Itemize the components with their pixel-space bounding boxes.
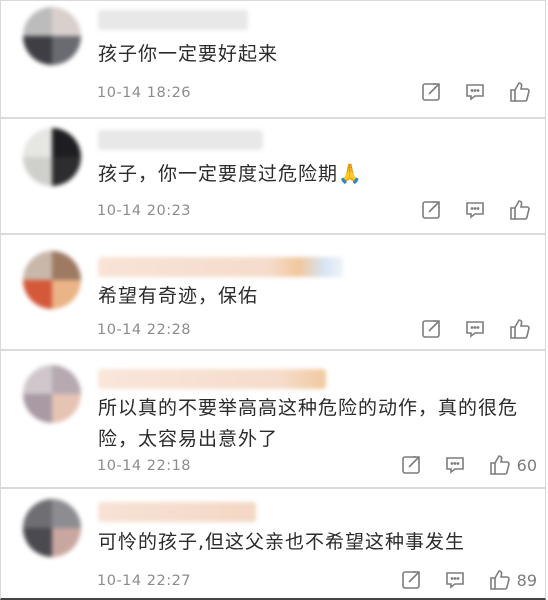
share-button[interactable] xyxy=(420,318,442,340)
thumbs-up-icon xyxy=(510,319,530,339)
like-button[interactable]: 60 xyxy=(488,454,537,476)
share-icon xyxy=(422,320,440,338)
like-count: 89 xyxy=(516,570,537,590)
comment-card: 希望有奇迹，保佑 10-14 22:28 xyxy=(0,234,546,350)
avatar[interactable] xyxy=(23,7,81,65)
like-button[interactable] xyxy=(508,81,537,103)
comment-text: 孩子，你一定要度过危险期🙏 xyxy=(98,163,363,185)
reply-button[interactable] xyxy=(464,318,486,340)
like-button[interactable] xyxy=(508,199,537,221)
comment-icon xyxy=(466,84,484,101)
thumbs-up-icon xyxy=(489,455,510,475)
comment-actions xyxy=(398,318,537,340)
comment-text: 所以真的不要举高高这种危险的动作，真的很危险，太容易出意外了 xyxy=(98,397,519,450)
comment-card: 孩子，你一定要度过危险期🙏 10-14 20:23 xyxy=(0,118,546,234)
username-blurred xyxy=(98,130,263,150)
comment-actions xyxy=(398,199,537,221)
reply-button[interactable] xyxy=(464,199,486,221)
comment-card: 可怜的孩子,但这父亲也不希望这种事发生 10-14 22:27 89 xyxy=(0,488,546,600)
comment-actions: 60 xyxy=(378,454,537,476)
comment-time: 10-14 20:23 xyxy=(97,203,192,219)
comment-actions: 89 xyxy=(378,569,537,591)
username-blurred xyxy=(98,257,343,277)
reply-button[interactable] xyxy=(444,454,466,476)
comment-text: 孩子你一定要好起来 xyxy=(98,43,279,65)
comment-card: 所以真的不要举高高这种危险的动作，真的很危险，太容易出意外了 10-14 22:… xyxy=(0,350,546,488)
comment-time: 10-14 18:26 xyxy=(97,85,192,101)
avatar[interactable] xyxy=(23,128,81,186)
thumbs-up-icon xyxy=(510,82,530,102)
comment-text: 希望有奇迹，保佑 xyxy=(98,285,259,307)
share-button[interactable] xyxy=(400,454,422,476)
comment-icon xyxy=(466,321,484,338)
reply-button[interactable] xyxy=(444,569,466,591)
comment-actions xyxy=(398,81,537,103)
username-blurred xyxy=(98,369,326,389)
like-count: 60 xyxy=(516,455,537,475)
share-button[interactable] xyxy=(420,199,442,221)
share-icon xyxy=(401,456,420,474)
share-icon xyxy=(422,83,440,101)
share-button[interactable] xyxy=(420,81,442,103)
comment-time: 10-14 22:18 xyxy=(97,458,192,474)
comment-card: 孩子你一定要好起来 10-14 18:26 xyxy=(0,0,546,118)
thumbs-up-icon xyxy=(489,570,510,590)
share-button[interactable] xyxy=(400,569,422,591)
like-button[interactable]: 89 xyxy=(488,569,537,591)
thumbs-up-icon xyxy=(510,200,530,220)
reply-button[interactable] xyxy=(464,81,486,103)
share-icon xyxy=(422,201,440,219)
comment-icon xyxy=(445,572,464,589)
username-blurred xyxy=(98,10,248,30)
comment-icon xyxy=(445,457,464,474)
like-button[interactable] xyxy=(508,318,537,340)
username-blurred xyxy=(98,502,256,522)
share-icon xyxy=(401,571,420,589)
avatar[interactable] xyxy=(23,365,81,423)
comment-time: 10-14 22:28 xyxy=(97,322,192,338)
comment-icon xyxy=(466,202,484,219)
avatar[interactable] xyxy=(23,251,81,309)
avatar[interactable] xyxy=(23,499,81,557)
comment-text: 可怜的孩子,但这父亲也不希望这种事发生 xyxy=(98,531,466,553)
comment-time: 10-14 22:27 xyxy=(97,573,192,589)
